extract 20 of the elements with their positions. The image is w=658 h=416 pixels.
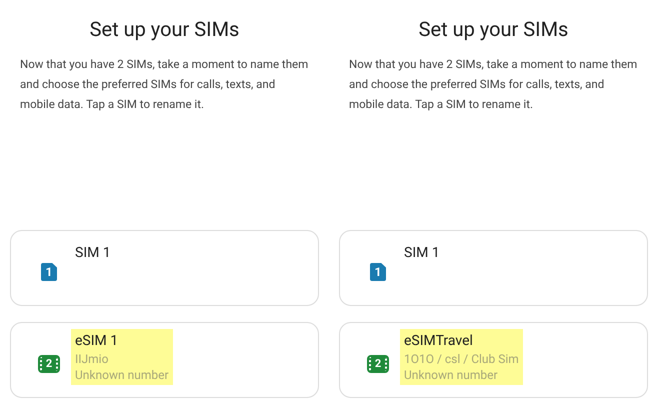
sim-name: SIM 1 bbox=[75, 244, 111, 263]
sim-name: eSIMTravel bbox=[404, 332, 474, 351]
sim-card[interactable]: 1 SIM 1 bbox=[10, 230, 319, 306]
esim-chip-icon: 2 bbox=[40, 357, 58, 371]
description-text: Now that you have 2 SIMs, take a moment to name them and choose the preferred SIMs for calls, texts, and mobile data. Tap a SIM to rename it. bbox=[19, 56, 310, 113]
sim-card[interactable]: 1 SIM 1 bbox=[339, 230, 648, 306]
carrier-name: 1O1O / csl / Club Sim bbox=[404, 351, 519, 367]
carrier-name: IIJmio bbox=[75, 351, 110, 367]
sim-card[interactable]: 2 eSIM 1 IIJmio Unknown number bbox=[10, 322, 319, 398]
phone-number: Unknown number bbox=[75, 367, 169, 383]
page-title: Set up your SIMs bbox=[88, 16, 240, 42]
phone-number: Unknown number bbox=[404, 367, 499, 383]
sim-name: SIM 1 bbox=[404, 244, 440, 263]
esim-chip-icon: 2 bbox=[369, 357, 387, 371]
description-text: Now that you have 2 SIMs, take a moment to name them and choose the preferred SIMs for calls, texts, and mobile data. Tap a SIM to rename it. bbox=[348, 56, 638, 113]
sim-card[interactable]: 2 eSIMTravel 1O1O / csl / Club Sim Unknown number bbox=[339, 322, 648, 398]
sim-card-icon: 1 bbox=[370, 263, 386, 281]
sim-name: eSIM 1 bbox=[75, 332, 120, 351]
sim-card-icon: 1 bbox=[41, 263, 57, 281]
page-title: Set up your SIMs bbox=[418, 16, 570, 42]
